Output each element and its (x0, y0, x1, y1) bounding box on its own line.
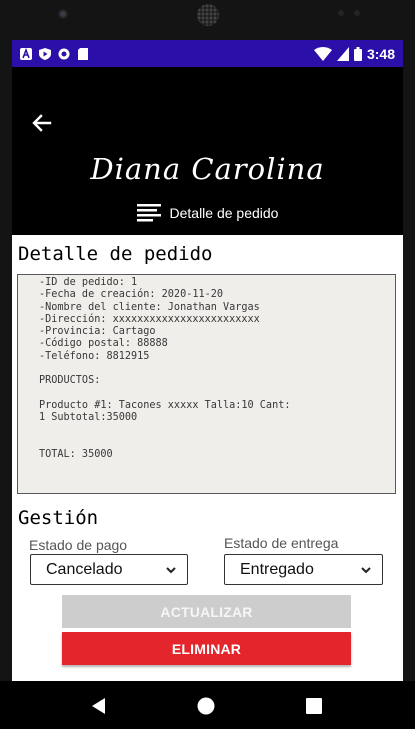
menu-lines-icon (136, 204, 161, 222)
detail-line: -Dirección: xxxxxxxxxxxxxxxxxxxxxxxx (39, 313, 260, 325)
detail-line: -Código postal: 88888 (39, 338, 168, 350)
order-detail-textarea[interactable]: -ID de pedido: 1 -Fecha de creación: 2020… (17, 274, 396, 494)
sensor-dot (354, 10, 360, 16)
brand-logo-text: Diana Carolina (90, 152, 325, 186)
detail-title: Detalle de pedido (18, 243, 213, 265)
detail-line: -ID de pedido: 1 (39, 277, 138, 288)
detail-line: -Fecha de creación: 2020-11-20 (39, 289, 224, 301)
delete-button[interactable]: ELIMINAR (62, 632, 351, 665)
detail-line (39, 425, 387, 437)
delivery-status-label: Estado de entrega (224, 535, 339, 551)
back-arrow-icon[interactable] (30, 111, 54, 135)
payment-status-label: Estado de pago (29, 537, 128, 553)
detail-line: -Nombre del cliente: Jonathan Vargas (39, 301, 260, 313)
detail-line: -Teléfono: 8812915 (39, 350, 150, 362)
recents-square-icon[interactable] (305, 697, 323, 715)
clock: 3:48 (366, 45, 395, 62)
gestion-title: Gestión (18, 507, 99, 529)
signal-icon (336, 46, 349, 61)
earpiece-speaker (197, 4, 219, 26)
delivery-status-select[interactable]: Entregado (224, 554, 383, 585)
header-subtitle: Detalle de pedido (169, 205, 279, 221)
back-triangle-icon[interactable] (90, 697, 108, 715)
detail-line: TOTAL: 35000 (39, 449, 113, 461)
system-nav-bar (0, 681, 415, 729)
detail-line (39, 437, 387, 449)
detail-line: PRODUCTOS: (39, 375, 101, 387)
delivery-status-value: Entregado (240, 560, 314, 578)
sd-card-icon (78, 47, 88, 60)
payment-status-value: Cancelado (46, 560, 123, 578)
app-screen: 3:48 Diana Carolina Detalle de pedido De… (12, 40, 403, 681)
battery-icon (353, 46, 362, 61)
app-header: Diana Carolina Detalle de pedido (12, 67, 403, 235)
detail-line: -Provincia: Cartago (39, 326, 156, 338)
detail-line: Producto #1: Tacones xxxxx Talla:10 Cant… (39, 399, 291, 411)
detail-line (39, 363, 387, 375)
update-button[interactable]: ACTUALIZAR (62, 595, 351, 628)
payment-status-select[interactable]: Cancelado (30, 554, 188, 585)
circle-icon (58, 48, 70, 59)
device-bezel (0, 0, 415, 40)
home-circle-icon[interactable] (197, 697, 215, 715)
detail-line (39, 388, 387, 400)
status-bar: 3:48 (12, 40, 403, 67)
wifi-icon (313, 46, 332, 61)
chevron-down-icon (361, 566, 371, 573)
header-subtitle-row: Detalle de pedido (12, 204, 403, 222)
front-camera (58, 9, 68, 19)
detail-line: 1 Subtotal:35000 (39, 412, 138, 424)
chevron-down-icon (166, 566, 176, 573)
play-protect-icon (39, 47, 51, 60)
sensor-dot (338, 10, 344, 16)
a-icon (20, 47, 32, 60)
